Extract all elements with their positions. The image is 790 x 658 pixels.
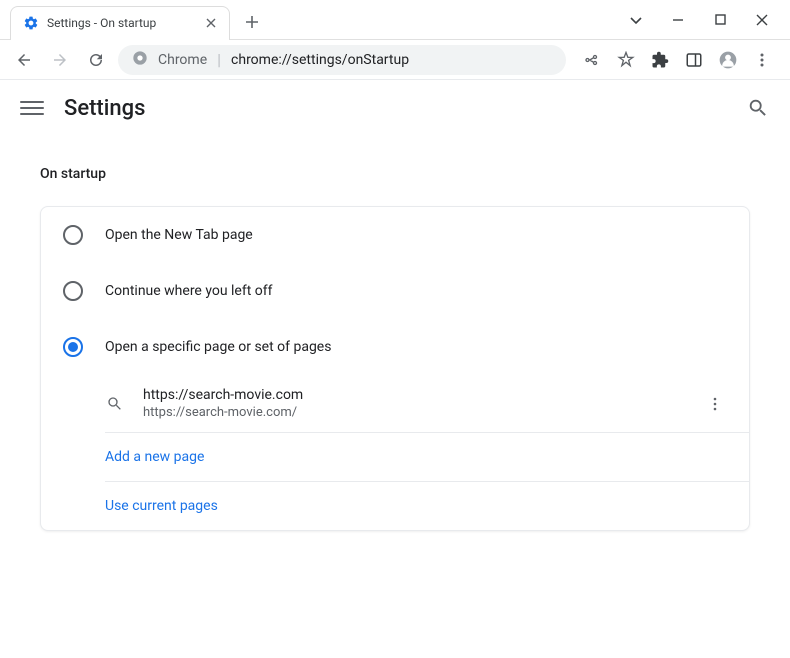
back-button[interactable] [10,46,38,74]
search-icon[interactable] [746,96,770,120]
use-current-pages-button[interactable]: Use current pages [105,482,749,530]
reload-button[interactable] [82,46,110,74]
bookmark-star-icon[interactable] [616,50,636,70]
gear-icon [23,15,39,31]
add-page-button[interactable]: Add a new page [105,433,749,482]
new-tab-button[interactable] [238,8,266,36]
startup-pages-list: https://search-movie.com https://search-… [41,375,749,530]
address-url: chrome://settings/onStartup [231,52,409,68]
radio-icon [63,281,83,301]
browser-tab[interactable]: Settings - On startup [10,6,230,40]
startup-card: Open the New Tab page Continue where you… [40,206,750,531]
page-title: Settings [64,96,145,121]
settings-content: On startup Open the New Tab page Continu… [0,136,790,541]
more-actions-icon[interactable] [703,392,727,416]
startup-page-item: https://search-movie.com https://search-… [105,375,749,433]
settings-header: Settings [0,80,790,136]
option-label: Continue where you left off [105,283,273,299]
url-bar: Chrome | chrome://settings/onStartup [0,40,790,80]
address-bar[interactable]: Chrome | chrome://settings/onStartup [118,45,566,75]
minimize-icon[interactable] [668,10,688,30]
radio-icon [63,337,83,357]
side-panel-icon[interactable] [684,50,704,70]
hamburger-menu-icon[interactable] [20,96,44,120]
menu-icon[interactable] [752,50,772,70]
address-prefix: Chrome [158,52,207,68]
section-label: On startup [40,166,750,182]
option-continue[interactable]: Continue where you left off [41,263,749,319]
extensions-icon[interactable] [650,50,670,70]
share-icon[interactable] [582,50,602,70]
chrome-logo-icon [132,50,148,70]
address-divider: | [217,50,221,69]
tab-title: Settings - On startup [47,16,195,30]
forward-button[interactable] [46,46,74,74]
window-titlebar: Settings - On startup [0,0,790,40]
close-tab-icon[interactable] [203,15,219,31]
profile-icon[interactable] [718,50,738,70]
option-new-tab[interactable]: Open the New Tab page [41,207,749,263]
radio-icon [63,225,83,245]
window-controls [626,10,790,30]
page-item-url: https://search-movie.com/ [143,405,685,420]
option-label: Open the New Tab page [105,227,253,243]
search-icon [105,396,125,412]
option-specific-pages[interactable]: Open a specific page or set of pages [41,319,749,375]
close-window-icon[interactable] [752,10,772,30]
page-item-title: https://search-movie.com [143,387,685,403]
maximize-icon[interactable] [710,10,730,30]
option-label: Open a specific page or set of pages [105,339,331,355]
chevron-down-icon[interactable] [626,10,646,30]
